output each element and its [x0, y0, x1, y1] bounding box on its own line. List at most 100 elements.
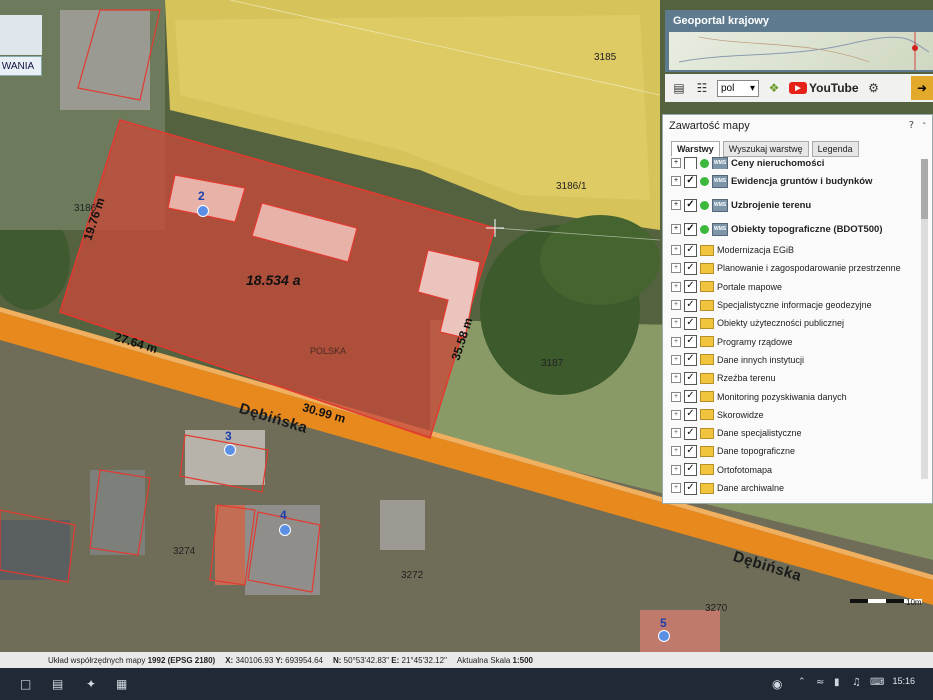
layer-checkbox[interactable]: ✓	[684, 316, 697, 330]
tab-search-layer[interactable]: Wyszukaj warstwę	[722, 141, 809, 157]
layer-row[interactable]: + ✓ Ortofotomapa	[671, 461, 921, 479]
expand-toggle-icon[interactable]: +	[671, 354, 681, 365]
expand-toggle-icon[interactable]: +	[671, 464, 681, 475]
expand-toggle-icon[interactable]: +	[671, 483, 681, 493]
layer-row[interactable]: + ✓ Planowanie i zagospodarowanie przestrz…	[671, 259, 921, 277]
geoportal-header: Geoportal krajowy	[665, 10, 933, 72]
print-icon[interactable]: ▤	[671, 80, 687, 96]
layer-checkbox[interactable]: ✓	[684, 481, 697, 495]
address-pin[interactable]	[224, 444, 236, 456]
expand-toggle-icon[interactable]: +	[671, 373, 681, 384]
layer-row[interactable]: + ✓ Modernizacja EGiB	[671, 241, 921, 259]
wifi-icon[interactable]: ≈	[816, 677, 824, 688]
status-dot-icon	[700, 200, 709, 210]
address-number: 5	[660, 616, 667, 630]
wms-icon[interactable]: ☷	[694, 80, 710, 96]
window-icon[interactable]: ▦	[116, 677, 127, 691]
youtube-link[interactable]: ▶ YouTube	[789, 81, 859, 95]
expand-toggle-icon[interactable]: +	[671, 263, 681, 274]
settings-gear-icon[interactable]: ⚙	[866, 80, 882, 96]
expand-toggle-icon[interactable]: +	[671, 446, 681, 457]
overview-minimap[interactable]	[669, 32, 933, 70]
expand-toggle-icon[interactable]: +	[671, 224, 681, 234]
expand-toggle-icon[interactable]: +	[671, 176, 681, 186]
folder-icon	[700, 482, 714, 494]
scale-text: 10m	[906, 598, 922, 607]
layer-row[interactable]: + ✓ Dane archiwalne	[671, 479, 921, 497]
help-circle-icon[interactable]: ❖	[766, 80, 782, 96]
expand-toggle-icon[interactable]: +	[671, 428, 681, 439]
address-pin[interactable]	[279, 524, 291, 536]
clock: 15:16	[892, 676, 915, 686]
chrome-icon[interactable]: ◉	[772, 677, 782, 691]
expand-toggle-icon[interactable]: +	[671, 158, 681, 168]
layer-row[interactable]: + ✓ Rzeźba terenu	[671, 369, 921, 387]
panel-help-button[interactable]: ?	[909, 120, 914, 131]
layer-checkbox[interactable]: ✓	[684, 174, 697, 188]
folder-icon[interactable]: □	[20, 677, 31, 691]
expand-toggle-icon[interactable]: +	[671, 336, 681, 347]
layer-checkbox[interactable]: ✓	[684, 353, 697, 367]
keyboard-icon[interactable]: ⌨	[870, 677, 884, 688]
expand-toggle-icon[interactable]: +	[671, 245, 681, 256]
expand-toggle-icon[interactable]: +	[671, 200, 681, 210]
tab-layers[interactable]: Warstwy	[671, 141, 720, 157]
parcel-area-label: 18.534 a	[246, 272, 301, 288]
status-dot-icon	[700, 176, 709, 186]
layer-row[interactable]: + ✓ WMS Uzbrojenie terenu	[671, 193, 921, 217]
layer-checkbox[interactable]: ✓	[684, 371, 697, 385]
speaker-icon[interactable]: ♫	[852, 677, 861, 688]
folder-icon	[700, 464, 714, 476]
layer-checkbox[interactable]: ✓	[684, 280, 697, 294]
folder-icon	[700, 317, 714, 329]
layer-checkbox[interactable]: ✓	[684, 390, 697, 404]
tab-legend[interactable]: Legenda	[811, 141, 859, 157]
os-taskbar: □ ▤ ✦ ▦ ◉ ⌃ ≈ ▮ ♫ ⌨ 15:16	[0, 668, 933, 700]
app-icon[interactable]: ▤	[52, 677, 63, 691]
layer-checkbox[interactable]: ✓	[684, 298, 697, 312]
layer-row[interactable]: + ✓ WMS Ewidencja gruntów i budynków	[671, 169, 921, 193]
layer-checkbox[interactable]: ✓	[684, 335, 697, 349]
layer-checkbox[interactable]: ✓	[684, 243, 697, 257]
layer-checkbox[interactable]: ✓	[684, 408, 697, 422]
layer-row[interactable]: + ✓ Dane innych instytucji	[671, 351, 921, 369]
layer-row[interactable]: + ✓ WMS Obiekty topograficzne (BDOT500)	[671, 217, 921, 241]
layer-row[interactable]: + WMS Ceny nieruchomości	[671, 157, 921, 169]
expand-toggle-icon[interactable]: +	[671, 318, 681, 329]
layer-row[interactable]: + ✓ Dane topograficzne	[671, 442, 921, 460]
layer-label: Obiekty użyteczności publicznej	[717, 318, 845, 329]
address-pin[interactable]	[197, 205, 209, 217]
layer-row[interactable]: + ✓ Skorowidze	[671, 406, 921, 424]
layer-checkbox[interactable]: ✓	[684, 222, 697, 236]
layer-row[interactable]: + ✓ Dane specjalistyczne	[671, 424, 921, 442]
layer-row[interactable]: + ✓ Specjalistyczne informacje geodezyjne	[671, 296, 921, 314]
expand-toggle-icon[interactable]: +	[671, 300, 681, 311]
language-select[interactable]: pol ▾	[717, 79, 759, 97]
x-value: 340106.93	[235, 655, 274, 665]
layer-checkbox[interactable]: ✓	[684, 463, 697, 477]
n-value: 50°53'42.83"	[343, 655, 390, 665]
expand-toggle-icon[interactable]: +	[671, 281, 681, 292]
layer-checkbox[interactable]: ✓	[684, 444, 697, 458]
layer-checkbox[interactable]	[684, 157, 697, 169]
layer-row[interactable]: + ✓ Portale mapowe	[671, 278, 921, 296]
battery-icon[interactable]: ▮	[834, 677, 840, 688]
expand-arrow-icon[interactable]: ➜	[911, 76, 933, 100]
layer-label: Planowanie i zagospodarowanie przestrzen…	[717, 263, 901, 274]
layer-label: Rzeźba terenu	[717, 373, 776, 384]
layer-row[interactable]: + ✓ Obiekty użyteczności publicznej	[671, 314, 921, 332]
layer-checkbox[interactable]: ✓	[684, 198, 697, 212]
layer-scrollbar-thumb[interactable]	[921, 159, 928, 219]
layer-row[interactable]: + ✓ Programy rządowe	[671, 332, 921, 350]
lightning-icon[interactable]: ✦	[86, 677, 96, 691]
layer-checkbox[interactable]: ✓	[684, 261, 697, 275]
expand-toggle-icon[interactable]: +	[671, 391, 681, 402]
layer-checkbox[interactable]: ✓	[684, 426, 697, 440]
panel-minimize-button[interactable]: -	[922, 118, 926, 129]
address-pin[interactable]	[658, 630, 670, 642]
layer-row[interactable]: + ✓ Monitoring pozyskiwania danych	[671, 387, 921, 405]
side-panel-button[interactable]: WANIA	[0, 56, 42, 76]
tray-chevron-icon[interactable]: ⌃	[798, 677, 806, 687]
expand-toggle-icon[interactable]: +	[671, 409, 681, 420]
folder-icon	[700, 354, 714, 366]
